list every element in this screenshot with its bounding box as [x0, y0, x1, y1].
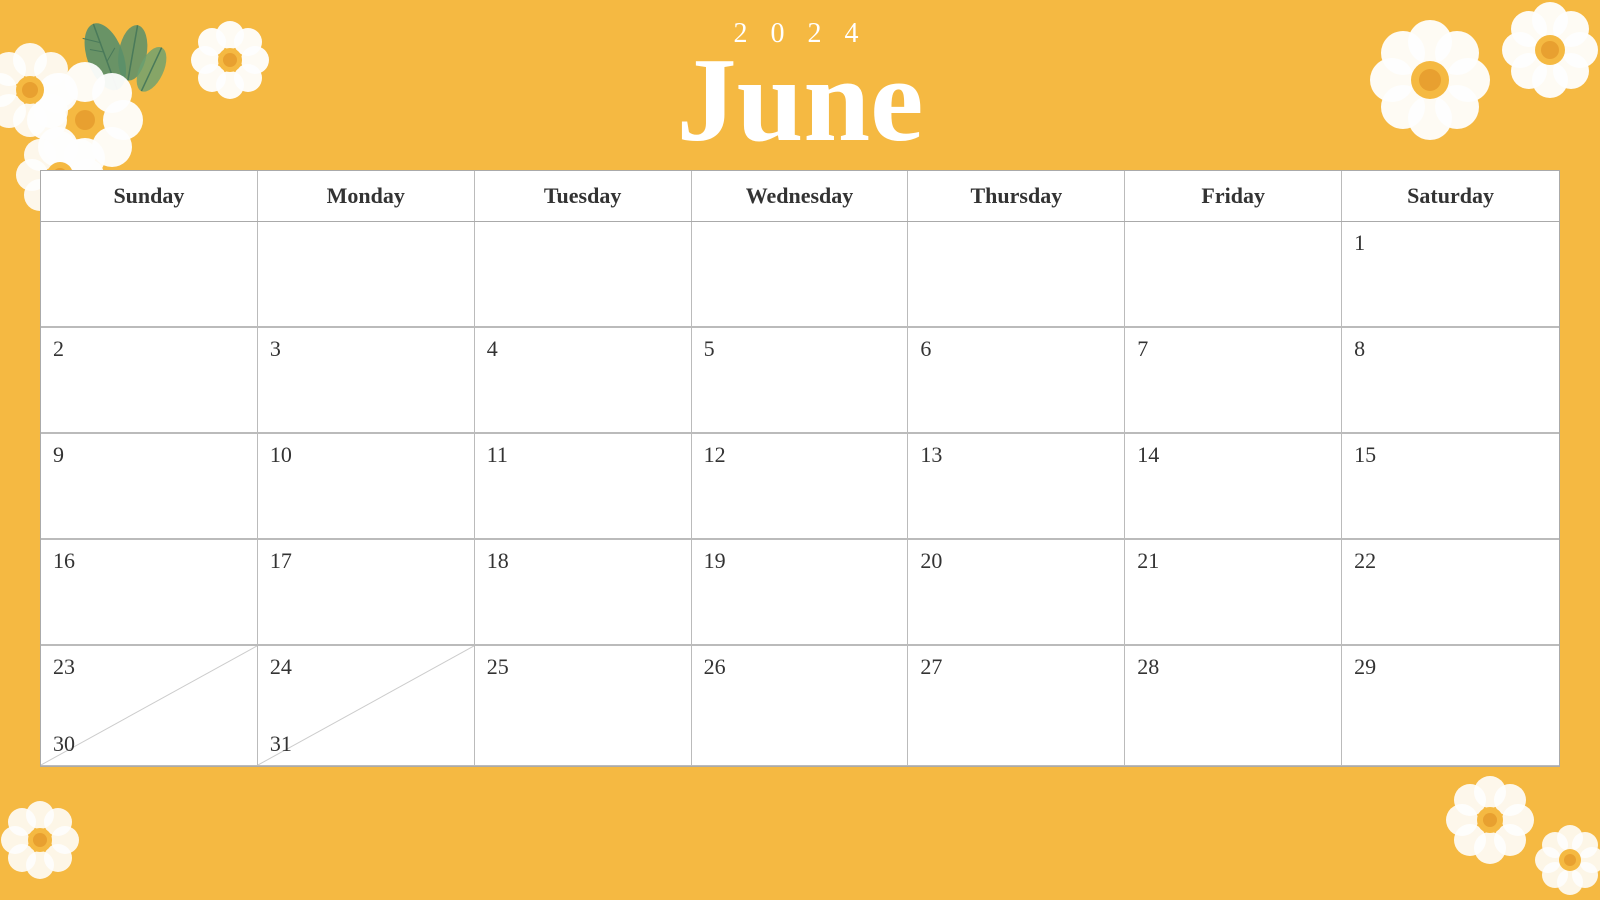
cell-empty-3 — [475, 222, 692, 327]
cell-day-22: 22 — [1342, 540, 1559, 645]
cell-day-10: 10 — [258, 434, 475, 539]
day-header-monday: Monday — [258, 171, 475, 221]
calendar-grid-wrapper: Sunday Monday Tuesday Wednesday Thursday… — [40, 170, 1560, 767]
month-label: June — [0, 40, 1600, 160]
cell-empty-4 — [692, 222, 909, 327]
cell-day-11: 11 — [475, 434, 692, 539]
cell-day-16: 16 — [41, 540, 258, 645]
cell-day-3: 3 — [258, 328, 475, 433]
cell-day-15: 15 — [1342, 434, 1559, 539]
cell-day-20: 20 — [908, 540, 1125, 645]
week-row-3: 9 10 11 12 13 14 15 — [41, 434, 1559, 540]
cell-day-4: 4 — [475, 328, 692, 433]
cell-day-1: 1 — [1342, 222, 1559, 327]
week-row-4: 16 17 18 19 20 21 22 — [41, 540, 1559, 646]
cell-day-7: 7 — [1125, 328, 1342, 433]
cell-day-27: 27 — [908, 646, 1125, 766]
week-row-2: 2 3 4 5 6 7 8 — [41, 328, 1559, 434]
cell-day-8: 8 — [1342, 328, 1559, 433]
cell-empty-1 — [41, 222, 258, 327]
days-of-week-row: Sunday Monday Tuesday Wednesday Thursday… — [41, 171, 1559, 222]
cell-empty-5 — [908, 222, 1125, 327]
cell-day-25: 25 — [475, 646, 692, 766]
cell-day-29: 29 — [1342, 646, 1559, 766]
day-header-thursday: Thursday — [908, 171, 1125, 221]
cell-day-9: 9 — [41, 434, 258, 539]
cell-day-23-30: 23 30 — [41, 646, 258, 766]
day-header-sunday: Sunday — [41, 171, 258, 221]
cell-day-18: 18 — [475, 540, 692, 645]
cell-day-13: 13 — [908, 434, 1125, 539]
cell-day-6: 6 — [908, 328, 1125, 433]
cell-day-19: 19 — [692, 540, 909, 645]
day-header-friday: Friday — [1125, 171, 1342, 221]
week-row-5: 23 30 24 31 25 26 27 28 29 — [41, 646, 1559, 766]
cell-day-24-31: 24 31 — [258, 646, 475, 766]
day-header-saturday: Saturday — [1342, 171, 1559, 221]
cell-day-28: 28 — [1125, 646, 1342, 766]
cell-day-2: 2 — [41, 328, 258, 433]
calendar-header: 2 0 2 4 June — [0, 0, 1600, 170]
cell-empty-6 — [1125, 222, 1342, 327]
cell-day-17: 17 — [258, 540, 475, 645]
cell-day-5: 5 — [692, 328, 909, 433]
cell-empty-2 — [258, 222, 475, 327]
cell-day-26: 26 — [692, 646, 909, 766]
week-row-1: 1 — [41, 222, 1559, 328]
day-header-tuesday: Tuesday — [475, 171, 692, 221]
cell-day-14: 14 — [1125, 434, 1342, 539]
cell-day-12: 12 — [692, 434, 909, 539]
day-header-wednesday: Wednesday — [692, 171, 909, 221]
cell-day-21: 21 — [1125, 540, 1342, 645]
